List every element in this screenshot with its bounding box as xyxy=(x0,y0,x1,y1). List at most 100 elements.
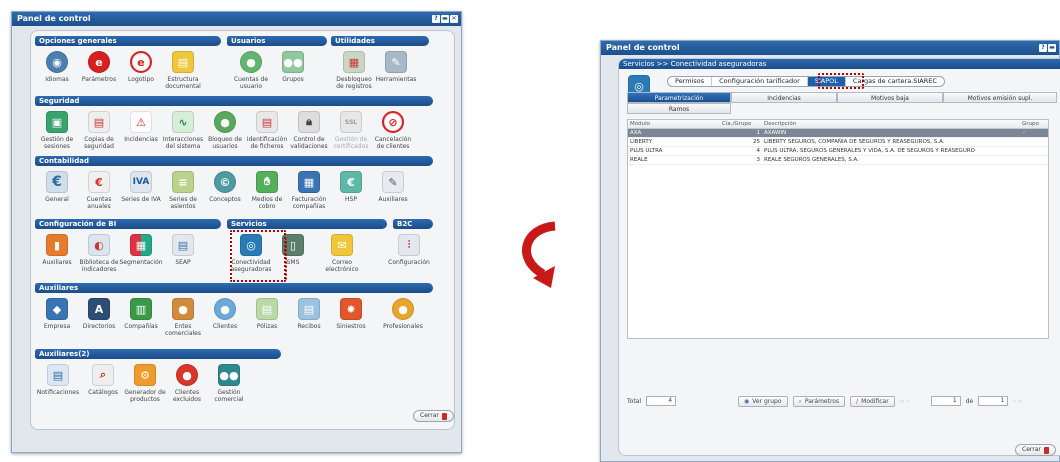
window-title: Panel de control xyxy=(606,43,680,52)
section-utilidades: Utilidades xyxy=(331,36,429,46)
section-usuarios: Usuarios xyxy=(227,36,327,46)
item-cancelacion-clientes[interactable]: ⊘ Cancelación de clientes xyxy=(370,111,416,150)
connectivity-panel: Servicios >> Conectividad aseguradoras ◎… xyxy=(618,58,1060,456)
item-configuracion-b2c[interactable]: ⫶ Configuración xyxy=(381,234,437,266)
tab-parametrizacion[interactable]: Parametrización xyxy=(627,92,731,103)
hsp-icon: € xyxy=(340,171,362,193)
notebook-icon: ✎ xyxy=(382,171,404,193)
sliders-icon: ⫶ xyxy=(398,234,420,256)
professional-icon: ● xyxy=(392,298,414,320)
item-parametros[interactable]: e Parámetros xyxy=(76,51,122,83)
modificar-button[interactable]: / Modificar xyxy=(850,395,895,407)
subtab-configuracion-tarificador[interactable]: Configuración tarificador xyxy=(712,77,808,86)
seap-icon: ▤ xyxy=(172,234,194,256)
highlight-edge xyxy=(275,238,287,280)
item-series-asientos[interactable]: ≡ Series de asientos xyxy=(160,171,206,210)
section-opciones-generales: Opciones generales xyxy=(35,36,221,46)
item-correo-electronico[interactable]: ✉ Correo electrónico xyxy=(319,234,365,273)
item-grupos[interactable]: ●● Grupos xyxy=(270,51,316,83)
close-button[interactable]: Cerrar xyxy=(413,410,454,422)
minimize-icon[interactable]: ▬ xyxy=(1048,44,1056,52)
parametros-button[interactable]: ⌕ Parámetros xyxy=(792,395,846,407)
item-gestion-comercial[interactable]: ●● Gestión comercial xyxy=(206,364,252,403)
subtab-permisos[interactable]: Permisos xyxy=(668,77,713,86)
item-siniestros[interactable]: ✸ Siniestros xyxy=(328,298,374,330)
excluded-client-icon: ● xyxy=(176,364,198,386)
item-gestion-sesiones[interactable]: ▣ Gestión de sesiones xyxy=(34,111,80,150)
minimize-icon[interactable]: ▬ xyxy=(441,15,449,23)
item-clientes[interactable]: ● Clientes xyxy=(202,298,248,330)
item-bloqueo-usuarios[interactable]: ● Bloqueo de usuarios xyxy=(202,111,248,150)
control-panel-window-detail: Panel de control ? ▬ Servicios >> Conect… xyxy=(600,40,1060,462)
tab-ramos[interactable]: Ramos xyxy=(627,103,731,114)
item-facturacion-companias[interactable]: ▦ Facturación compañías xyxy=(286,171,332,210)
item-segmentacion[interactable]: ▦ Segmentación xyxy=(118,234,164,266)
item-cuentas-anuales[interactable]: € Cuentas anuales xyxy=(76,171,122,210)
col-modulo[interactable]: Módulo xyxy=(628,120,720,128)
item-estructura-documental[interactable]: ▤ Estructura documental xyxy=(160,51,206,90)
hand-payment-icon: ✋︎ xyxy=(256,171,278,193)
tab-incidencias[interactable]: Incidencias xyxy=(731,92,837,103)
close-icon[interactable]: ✕ xyxy=(450,15,458,23)
user-icon: ● xyxy=(240,51,262,73)
item-generador-productos[interactable]: ⚙ Generador de productos xyxy=(122,364,168,403)
item-clientes-excluidos[interactable]: ● Clientes excluidos xyxy=(164,364,210,403)
help-icon[interactable]: ? xyxy=(432,15,440,23)
col-cia-grupo[interactable]: Cía./Grupo xyxy=(720,120,762,128)
notification-icon: ▤ xyxy=(47,364,69,386)
control-panel-window: Panel de control ? ▬ ✕ Opciones generale… xyxy=(11,11,462,453)
help-icon[interactable]: ? xyxy=(1039,44,1047,52)
item-auxiliares-contabilidad[interactable]: ✎ Auxiliares xyxy=(370,171,416,203)
item-copias-seguridad[interactable]: ▤ Copias de seguridad xyxy=(76,111,122,150)
table-row[interactable]: AXA 1 AXAWIN ✓ xyxy=(628,129,1048,138)
item-recibos[interactable]: ▤ Recibos xyxy=(286,298,332,330)
table-row[interactable]: REALE 3 REALE SEGUROS GENERALES, S.A. xyxy=(628,156,1048,165)
item-seap[interactable]: ▤ SEAP xyxy=(160,234,206,266)
gears-icon: ⚙ xyxy=(134,364,156,386)
tab-motivos-emision[interactable]: Motivos emisión supl. xyxy=(943,92,1057,103)
item-auxiliares-bi[interactable]: ▮ Auxiliares xyxy=(34,234,80,266)
item-entes-comerciales[interactable]: ● Entes comerciales xyxy=(160,298,206,337)
item-logotipo[interactable]: e Logotipo xyxy=(118,51,164,83)
directory-icon: A xyxy=(88,298,110,320)
item-empresa[interactable]: ◆ Empresa xyxy=(34,298,80,330)
item-identificacion-ficheros[interactable]: ▤ Identificación de ficheros xyxy=(244,111,290,150)
col-grupo[interactable]: Grupo xyxy=(1020,120,1048,128)
exit-icon xyxy=(1043,446,1049,454)
file-id-icon: ▤ xyxy=(256,111,278,133)
item-medios-cobro[interactable]: ✋︎ Medios de cobro xyxy=(244,171,290,210)
item-herramientas[interactable]: ✎ Herramientas xyxy=(373,51,419,83)
col-descripcion[interactable]: Descripción xyxy=(762,120,1020,128)
tab-motivos-baja[interactable]: Motivos baja xyxy=(837,92,943,103)
item-interacciones-sistema[interactable]: ∿ Interacciones del sistema xyxy=(160,111,206,150)
receipt-icon: ▤ xyxy=(298,298,320,320)
ssl-certificate-icon: SSL xyxy=(340,111,362,133)
item-desbloqueo-registros[interactable]: ▦ Desbloqueo de registros xyxy=(331,51,377,90)
item-companias[interactable]: ▥ Compañías xyxy=(118,298,164,330)
item-incidencias[interactable]: ⚠ Incidencias xyxy=(118,111,164,143)
agent-icon: ● xyxy=(172,298,194,320)
item-polizas[interactable]: ▤ Pólizas xyxy=(244,298,290,330)
item-idiomas[interactable]: ◉ Idiomas xyxy=(34,51,80,83)
ver-grupo-button[interactable]: ◉ Ver grupo xyxy=(738,395,788,407)
item-hsp[interactable]: € HSP xyxy=(328,171,374,203)
item-cuentas-usuario[interactable]: ● Cuentas de usuario xyxy=(228,51,274,90)
item-directorios[interactable]: A Directorios xyxy=(76,298,122,330)
breadcrumb: Servicios >> Conectividad aseguradoras xyxy=(619,59,1060,69)
tab-bar: Parametrización Incidencias Motivos baja… xyxy=(627,92,1060,114)
page-input[interactable]: 1 xyxy=(930,396,961,406)
iva-icon: IVA xyxy=(130,171,152,193)
prev-page-icon[interactable]: ‹‹ ‹ xyxy=(900,398,926,405)
next-page-icon[interactable]: › ›› xyxy=(1013,398,1022,405)
item-series-iva[interactable]: IVA Series de IVA xyxy=(118,171,164,203)
close-button[interactable]: Cerrar xyxy=(1015,444,1056,456)
table-row[interactable]: PLUS ULTRA 4 PLUS ULTRA, SEGUROS GENERAL… xyxy=(628,147,1048,156)
item-general[interactable]: € General xyxy=(34,171,80,203)
item-conceptos[interactable]: © Conceptos xyxy=(202,171,248,203)
item-control-validaciones[interactable]: 🔒︎ Control de validaciones xyxy=(286,111,332,150)
item-biblioteca-indicadores[interactable]: ◐ Biblioteca de indicadores xyxy=(76,234,122,273)
item-profesionales[interactable]: ● Profesionales xyxy=(374,298,432,330)
item-catalogos[interactable]: ⌕ Catálogos xyxy=(80,364,126,396)
table-row[interactable]: LIBERTY 25 LIBERTY SEGUROS, COMPAÑIA DE … xyxy=(628,138,1048,147)
item-notificaciones[interactable]: ▤ Notificaciones xyxy=(34,364,82,396)
